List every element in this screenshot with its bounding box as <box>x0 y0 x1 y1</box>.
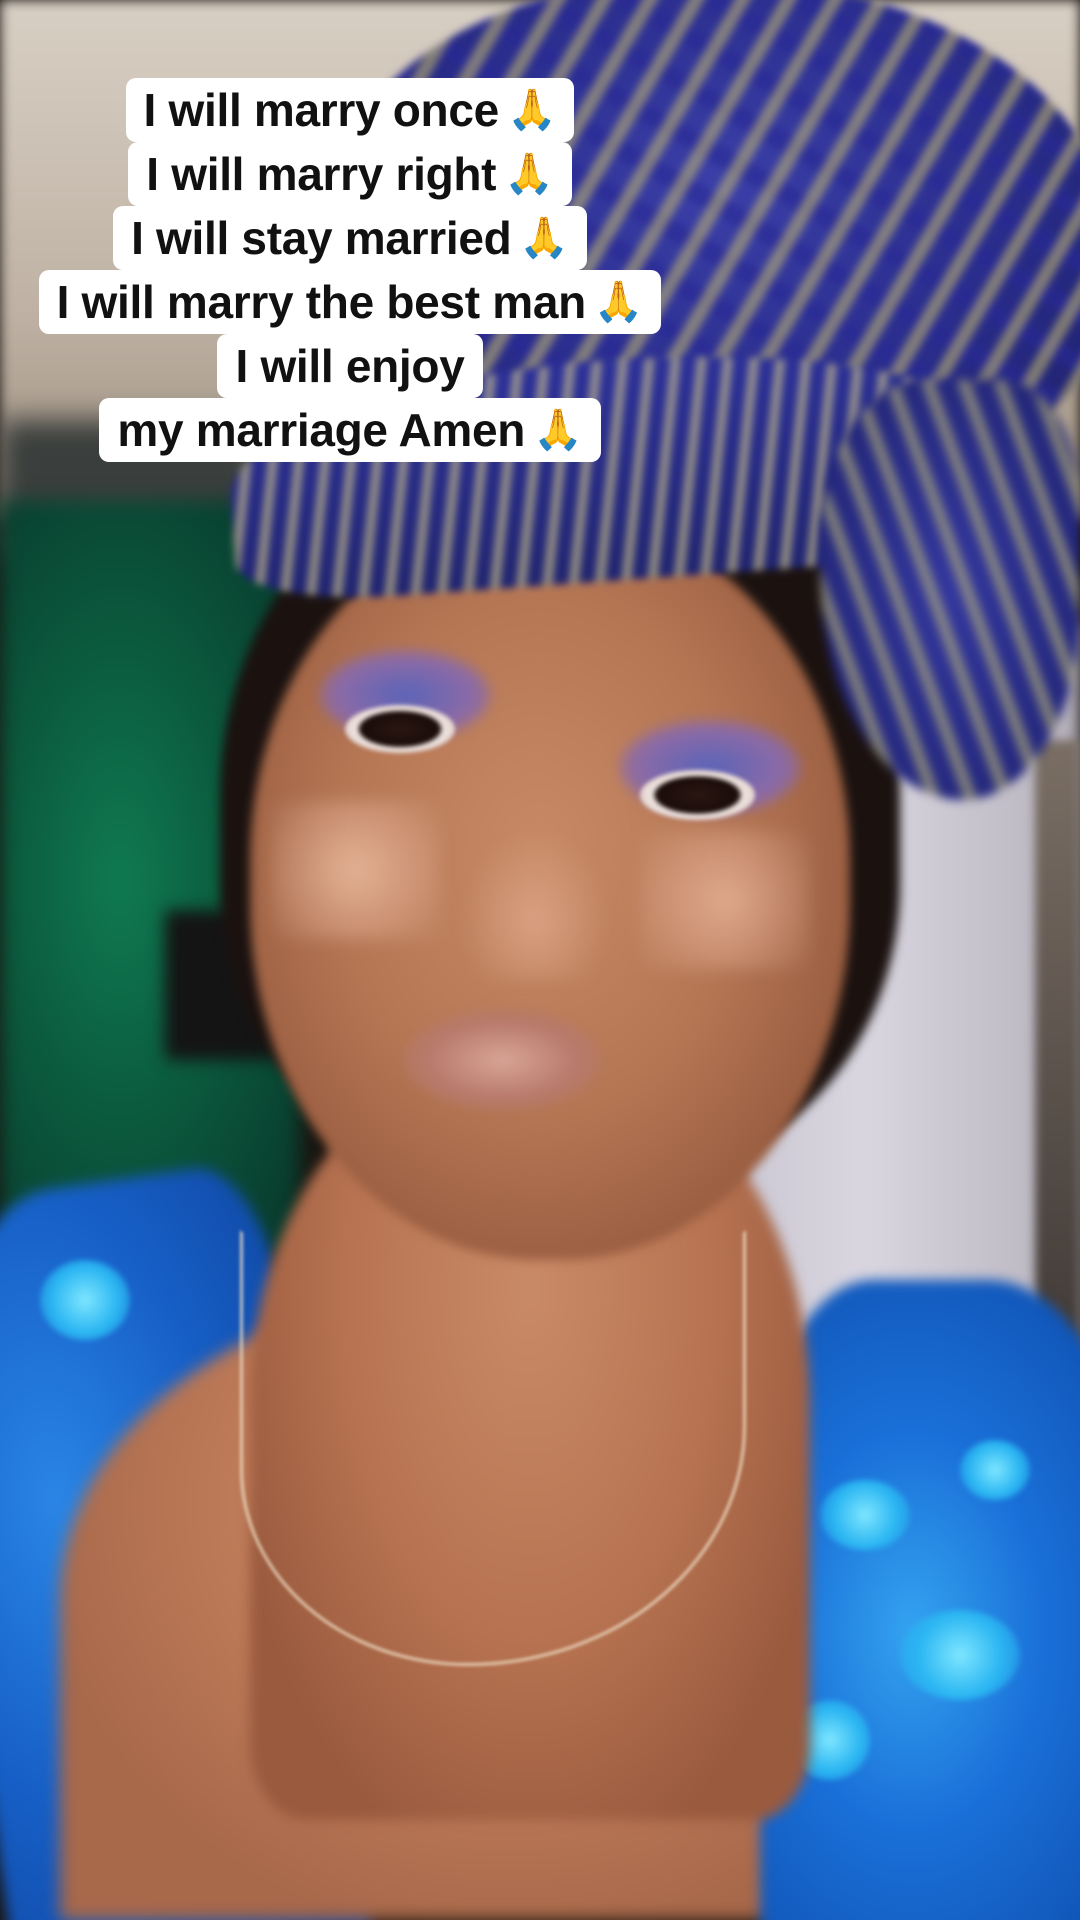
caption-text: I will enjoy <box>235 340 465 392</box>
caption-text: I will marry right <box>146 148 497 200</box>
praying-hands-icon: 🙏 <box>519 216 569 260</box>
caption-text: I will marry the best man <box>56 276 587 328</box>
caption-text: my marriage Amen <box>117 404 526 456</box>
praying-hands-icon: 🙏 <box>593 280 644 324</box>
subject-lips <box>405 1010 600 1110</box>
video-frame[interactable]: I will marry once 🙏 I will marry right 🙏 I… <box>0 0 1080 1920</box>
cheek-highlight-left <box>270 800 440 940</box>
caption-text: I will stay married <box>131 212 512 264</box>
caption-text: I will marry once <box>143 84 500 136</box>
caption-line: I will marry the best man 🙏 <box>38 270 662 334</box>
praying-hands-icon: 🙏 <box>504 152 554 196</box>
gown-sequin <box>900 1610 1020 1700</box>
caption-overlay: I will marry once 🙏 I will marry right 🙏 I… <box>0 78 700 462</box>
caption-line: I will marry once 🙏 <box>125 78 575 142</box>
caption-line: I will marry right 🙏 <box>128 142 572 206</box>
caption-line: I will enjoy <box>217 334 483 398</box>
gown-sequin <box>820 1480 910 1550</box>
praying-hands-icon: 🙏 <box>533 408 583 452</box>
praying-hands-icon: 🙏 <box>506 88 557 132</box>
caption-line: my marriage Amen 🙏 <box>99 398 601 462</box>
cheek-highlight-right <box>640 830 810 970</box>
gown-sequin <box>40 1260 130 1340</box>
subject-nose <box>460 830 610 980</box>
caption-line: I will stay married 🙏 <box>113 206 587 270</box>
eye-left <box>345 705 455 753</box>
gown-sequin <box>960 1440 1030 1500</box>
eye-right <box>640 770 755 820</box>
